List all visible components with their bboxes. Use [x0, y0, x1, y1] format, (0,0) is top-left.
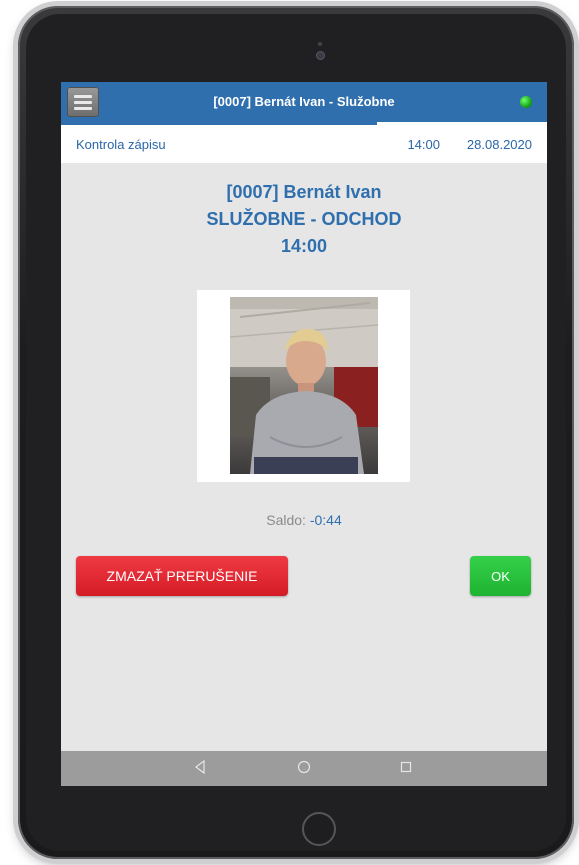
connection-status-icon — [520, 96, 532, 108]
current-time: 14:00 — [407, 137, 440, 152]
current-date: 28.08.2020 — [466, 137, 532, 152]
screen-label: Kontrola zápisu — [76, 137, 166, 152]
balance-value: -0:44 — [309, 512, 342, 528]
title-bar: [0007] Bernát Ivan - Služobne — [61, 82, 547, 122]
employee-photo — [230, 297, 378, 474]
record-time: 14:00 — [280, 236, 328, 256]
home-circle-icon[interactable] — [296, 759, 312, 775]
record-type: SLUŽOBNE - ODCHOD — [206, 209, 402, 229]
balance-row: Saldo: -0:44 — [61, 512, 547, 528]
app-screen: [0007] Bernát Ivan - Služobne Kontrola z… — [61, 82, 547, 786]
page-title: [0007] Bernát Ivan - Služobne — [213, 94, 395, 109]
sensor-icon — [318, 42, 322, 46]
person-photo-icon — [230, 297, 378, 474]
back-triangle-icon[interactable] — [193, 759, 207, 775]
android-nav-bar — [61, 751, 547, 786]
delete-interruption-button[interactable]: ZMAZAŤ PRERUŠENIE — [76, 556, 288, 596]
sub-header: Kontrola zápisu 14:00 28.08.2020 — [61, 125, 547, 163]
employee-name: [0007] Bernát Ivan — [226, 182, 382, 202]
ok-button[interactable]: OK — [470, 556, 531, 596]
photo-frame — [197, 290, 410, 482]
balance-label: Saldo: — [266, 512, 306, 528]
hardware-home-button[interactable] — [302, 812, 336, 846]
recents-square-icon[interactable] — [399, 759, 413, 775]
front-camera-icon — [317, 52, 324, 59]
